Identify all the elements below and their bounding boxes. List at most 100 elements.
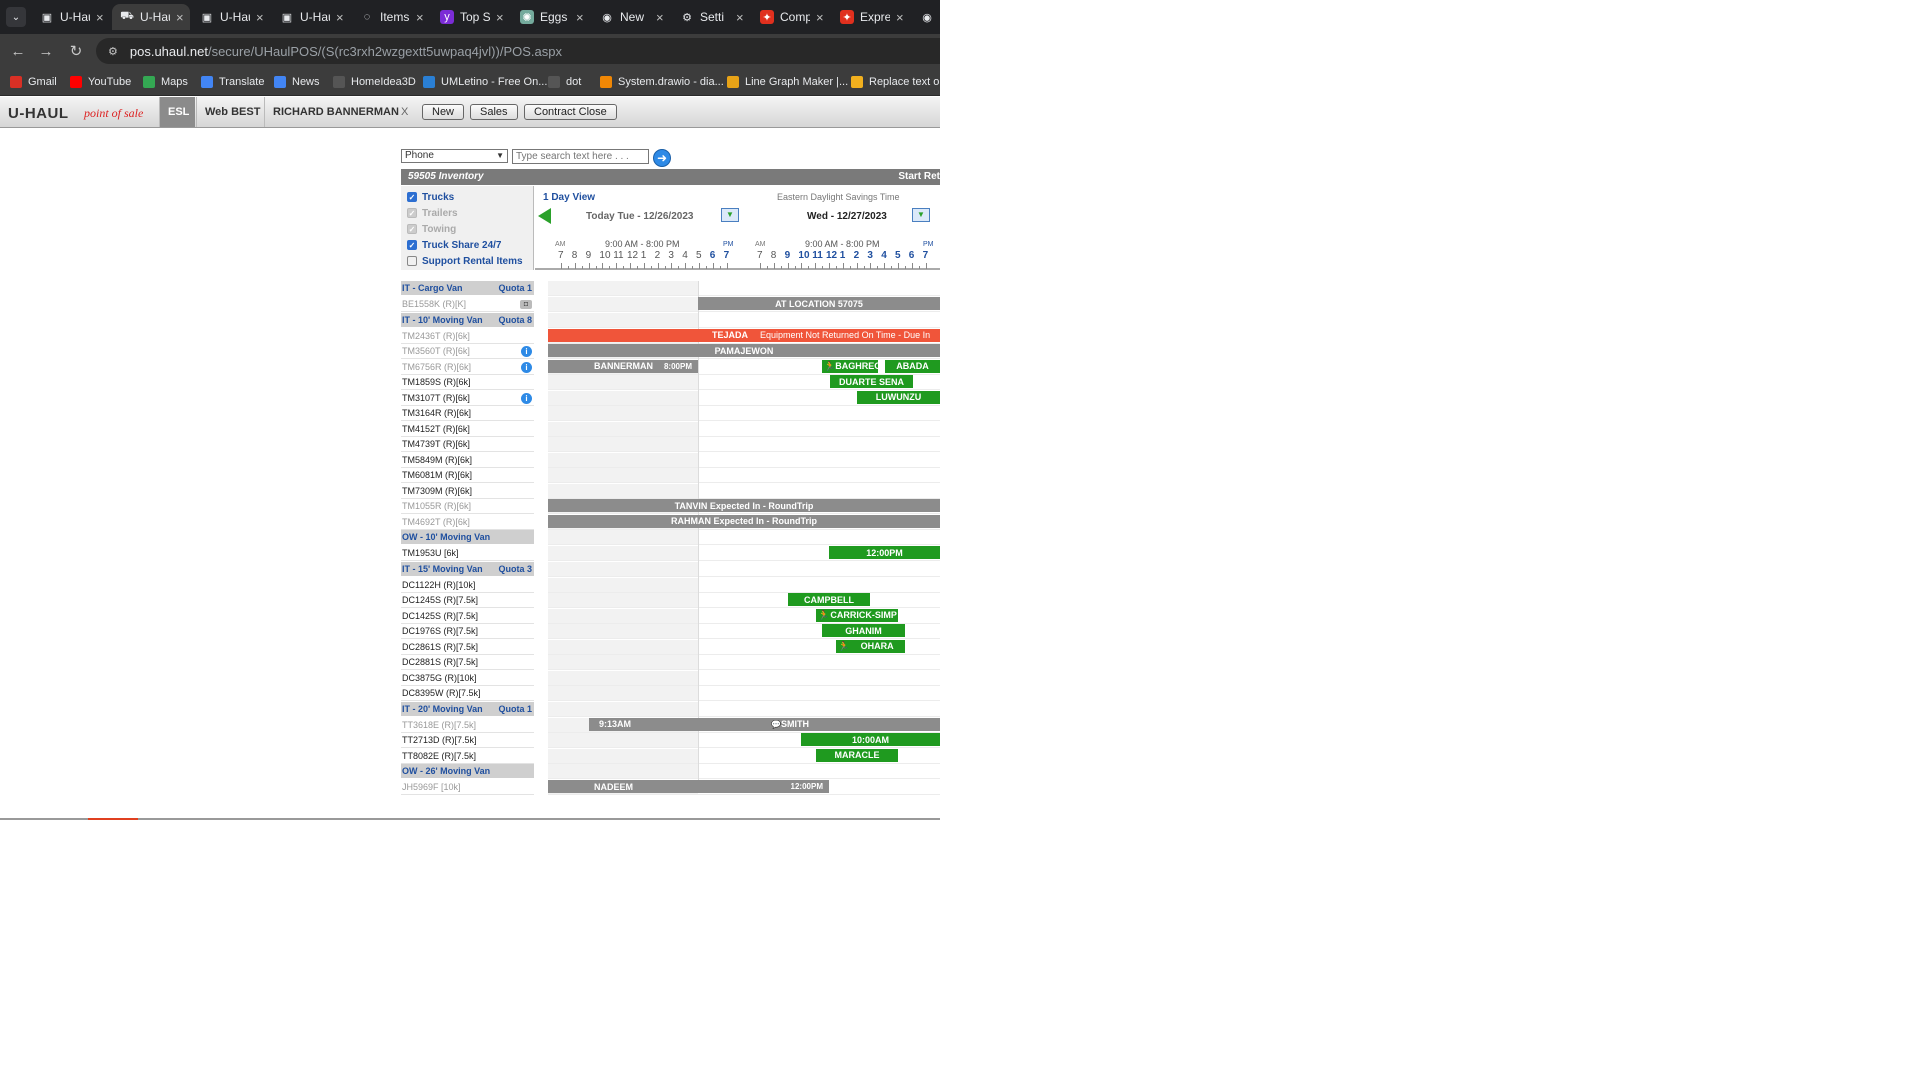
equipment-unit-row[interactable]: DC1976S (R)[7.5k] bbox=[401, 624, 534, 639]
browser-tab[interactable]: ⛟ U-Haul × bbox=[112, 4, 190, 30]
reservation-bar[interactable]: TANVIN Expected In - RoundTrip bbox=[548, 499, 940, 512]
bookmark-item[interactable]: YouTube bbox=[70, 74, 131, 90]
close-tab-icon[interactable]: × bbox=[576, 10, 584, 25]
bookmark-item[interactable]: Gmail bbox=[10, 74, 57, 90]
close-tab-icon[interactable]: × bbox=[176, 10, 184, 25]
close-tab-icon[interactable]: × bbox=[736, 10, 744, 25]
browser-tab[interactable]: ◉ New × bbox=[592, 4, 670, 30]
browser-tab[interactable]: ▣ U-Haul × bbox=[32, 4, 110, 30]
equipment-unit-row[interactable]: DC1425S (R)[7.5k] bbox=[401, 609, 534, 624]
bookmark-item[interactable]: System.drawio - dia... bbox=[600, 74, 724, 90]
equipment-unit-row[interactable]: DC2861S (R)[7.5k] bbox=[401, 640, 534, 655]
info-icon[interactable]: i bbox=[521, 392, 532, 404]
reservation-bar[interactable]: 10:00AM bbox=[801, 733, 940, 746]
close-customer-icon[interactable]: X bbox=[401, 106, 408, 118]
equipment-unit-row[interactable]: TM3164R (R)[6k] bbox=[401, 406, 534, 421]
equipment-unit-row[interactable]: TM7309M (R)[6k] bbox=[401, 484, 534, 499]
bookmark-item[interactable]: Line Graph Maker |... bbox=[727, 74, 848, 90]
forward-arrow-icon[interactable]: → bbox=[36, 41, 56, 61]
filter-checkbox[interactable]: ✓ Trucks bbox=[407, 191, 454, 203]
calendar-icon-2[interactable]: ▼ bbox=[912, 208, 930, 222]
tab-web-best[interactable]: Web BEST bbox=[196, 97, 264, 127]
previous-day-arrow-icon[interactable] bbox=[538, 208, 551, 224]
reservation-bar[interactable]: 🏃 CARRICK-SIMP bbox=[816, 608, 898, 622]
equipment-unit-row[interactable]: TM6081M (R)[6k] bbox=[401, 468, 534, 483]
equipment-unit-row[interactable]: TM1953U [6k] bbox=[401, 546, 534, 561]
reservation-bar[interactable]: DUARTE SENA bbox=[830, 375, 913, 388]
equipment-unit-row[interactable]: TM4739T (R)[6k] bbox=[401, 437, 534, 452]
filter-checkbox[interactable]: Support Rental Items bbox=[407, 255, 523, 267]
reservation-bar[interactable]: TEJADA Equipment Not Returned On Time - D… bbox=[548, 328, 940, 342]
tab-search-button[interactable]: ⌄ bbox=[6, 7, 26, 27]
bookmark-item[interactable]: News bbox=[274, 74, 320, 90]
close-tab-icon[interactable]: × bbox=[96, 10, 104, 25]
reservation-bar[interactable]: PAMAJEWON bbox=[548, 344, 940, 357]
equipment-unit-row[interactable]: DC1245S (R)[7.5k] bbox=[401, 593, 534, 608]
bookmark-item[interactable]: Translate bbox=[201, 74, 264, 90]
equipment-unit-row[interactable]: DC1122H (R)[10k] bbox=[401, 578, 534, 593]
bookmark-item[interactable]: Replace text onli bbox=[851, 74, 940, 90]
filter-checkbox[interactable]: ✓ Truck Share 24/7 bbox=[407, 239, 502, 251]
equipment-unit-row[interactable]: TT8082E (R)[7.5k] bbox=[401, 749, 534, 764]
browser-tab[interactable]: ✦ Expre × bbox=[832, 4, 910, 30]
equipment-unit-row[interactable]: TM4152T (R)[6k] bbox=[401, 422, 534, 437]
browser-tab[interactable]: ✺ Eggs × bbox=[512, 4, 590, 30]
back-arrow-icon[interactable]: ← bbox=[8, 41, 28, 61]
equipment-unit-row[interactable]: TM3107T (R)[6k] i bbox=[401, 391, 534, 406]
camera-icon[interactable]: ◘ bbox=[520, 300, 532, 309]
reservation-bar[interactable]: CAMPBELL bbox=[788, 593, 870, 606]
close-tab-icon[interactable]: × bbox=[256, 10, 264, 25]
search-input[interactable] bbox=[512, 149, 649, 164]
equipment-unit-row[interactable]: JH5969F [10k] bbox=[401, 780, 534, 795]
equipment-unit-row[interactable]: TM5849M (R)[6k] bbox=[401, 453, 534, 468]
site-info-icon[interactable]: ⚙ bbox=[108, 45, 118, 58]
reservation-bar[interactable]: 12:00PM bbox=[829, 546, 940, 559]
bookmark-item[interactable]: Maps bbox=[143, 74, 188, 90]
bookmark-item[interactable]: dot bbox=[548, 74, 581, 90]
reservation-bar[interactable]: RAHMAN Expected In - RoundTrip bbox=[548, 514, 940, 528]
close-tab-icon[interactable]: × bbox=[496, 10, 504, 25]
url-field[interactable]: ⚙ pos.uhaul.net/secure/UHaulPOS/(S(rc3rx… bbox=[96, 38, 940, 64]
search-go-arrow-icon[interactable]: ➜ bbox=[653, 149, 671, 167]
tab-esl[interactable]: ESL bbox=[159, 97, 195, 127]
equipment-unit-row[interactable]: DC3875G (R)[10k] bbox=[401, 671, 534, 686]
browser-tab[interactable]: ✦ Comp × bbox=[752, 4, 830, 30]
close-tab-icon[interactable]: × bbox=[336, 10, 344, 25]
equipment-unit-row[interactable]: TT3618E (R)[7.5k] bbox=[401, 718, 534, 733]
start-return-link[interactable]: Start Ret bbox=[898, 171, 940, 182]
calendar-icon[interactable]: ▼ bbox=[721, 208, 739, 222]
reservation-bar[interactable]: BANNERMAN 8:00PM bbox=[548, 359, 698, 373]
equipment-unit-row[interactable]: BE1558K (R)[K] ◘ bbox=[401, 297, 534, 312]
equipment-unit-row[interactable]: TM6756R (R)[6k] i bbox=[401, 360, 534, 375]
bookmark-item[interactable]: UMLetino - Free On... bbox=[423, 74, 547, 90]
reservation-bar[interactable]: GHANIM bbox=[822, 624, 905, 637]
reservation-bar[interactable]: 🏃 BAGHREG bbox=[822, 359, 878, 373]
close-tab-icon[interactable]: × bbox=[896, 10, 904, 25]
reservation-bar[interactable]: 9:13AM 💬 SMITH bbox=[589, 717, 940, 731]
info-icon[interactable]: i bbox=[521, 361, 532, 373]
equipment-unit-row[interactable]: TM1859S (R)[6k] bbox=[401, 375, 534, 390]
browser-tab[interactable]: ◉ bbox=[912, 4, 940, 30]
reload-icon[interactable]: ↻ bbox=[66, 41, 86, 61]
search-type-select[interactable]: Phone ▼ bbox=[401, 149, 508, 163]
equipment-unit-row[interactable]: DC8395W (R)[7.5k] bbox=[401, 686, 534, 701]
close-tab-icon[interactable]: × bbox=[816, 10, 824, 25]
equipment-unit-row[interactable]: TT2713D (R)[7.5k] bbox=[401, 733, 534, 748]
equipment-unit-row[interactable]: TM4692T (R)[6k] bbox=[401, 515, 534, 530]
sales-button[interactable]: Sales bbox=[470, 104, 518, 120]
reservation-bar[interactable]: AT LOCATION 57075 bbox=[698, 297, 940, 310]
reservation-bar[interactable]: LUWUNZU bbox=[857, 390, 940, 404]
browser-tab[interactable]: ⚙ Setti × bbox=[672, 4, 750, 30]
close-tab-icon[interactable]: × bbox=[656, 10, 664, 25]
equipment-unit-row[interactable]: TM1055R (R)[6k] bbox=[401, 499, 534, 514]
browser-tab[interactable]: y Top S × bbox=[432, 4, 510, 30]
reservation-bar[interactable]: ABADA bbox=[885, 359, 940, 373]
browser-tab[interactable]: ◌ Items × bbox=[352, 4, 430, 30]
tab-customer[interactable]: RICHARD BANNERMAN X bbox=[264, 97, 414, 127]
browser-tab[interactable]: ▣ U-Haul × bbox=[272, 4, 350, 30]
reservation-bar[interactable]: MARACLE bbox=[816, 748, 898, 762]
new-button[interactable]: New bbox=[422, 104, 465, 120]
reservation-bar[interactable]: 🏃 OHARA bbox=[836, 639, 905, 653]
contract-close-button[interactable]: Contract Close bbox=[524, 104, 617, 120]
close-tab-icon[interactable]: × bbox=[416, 10, 424, 25]
